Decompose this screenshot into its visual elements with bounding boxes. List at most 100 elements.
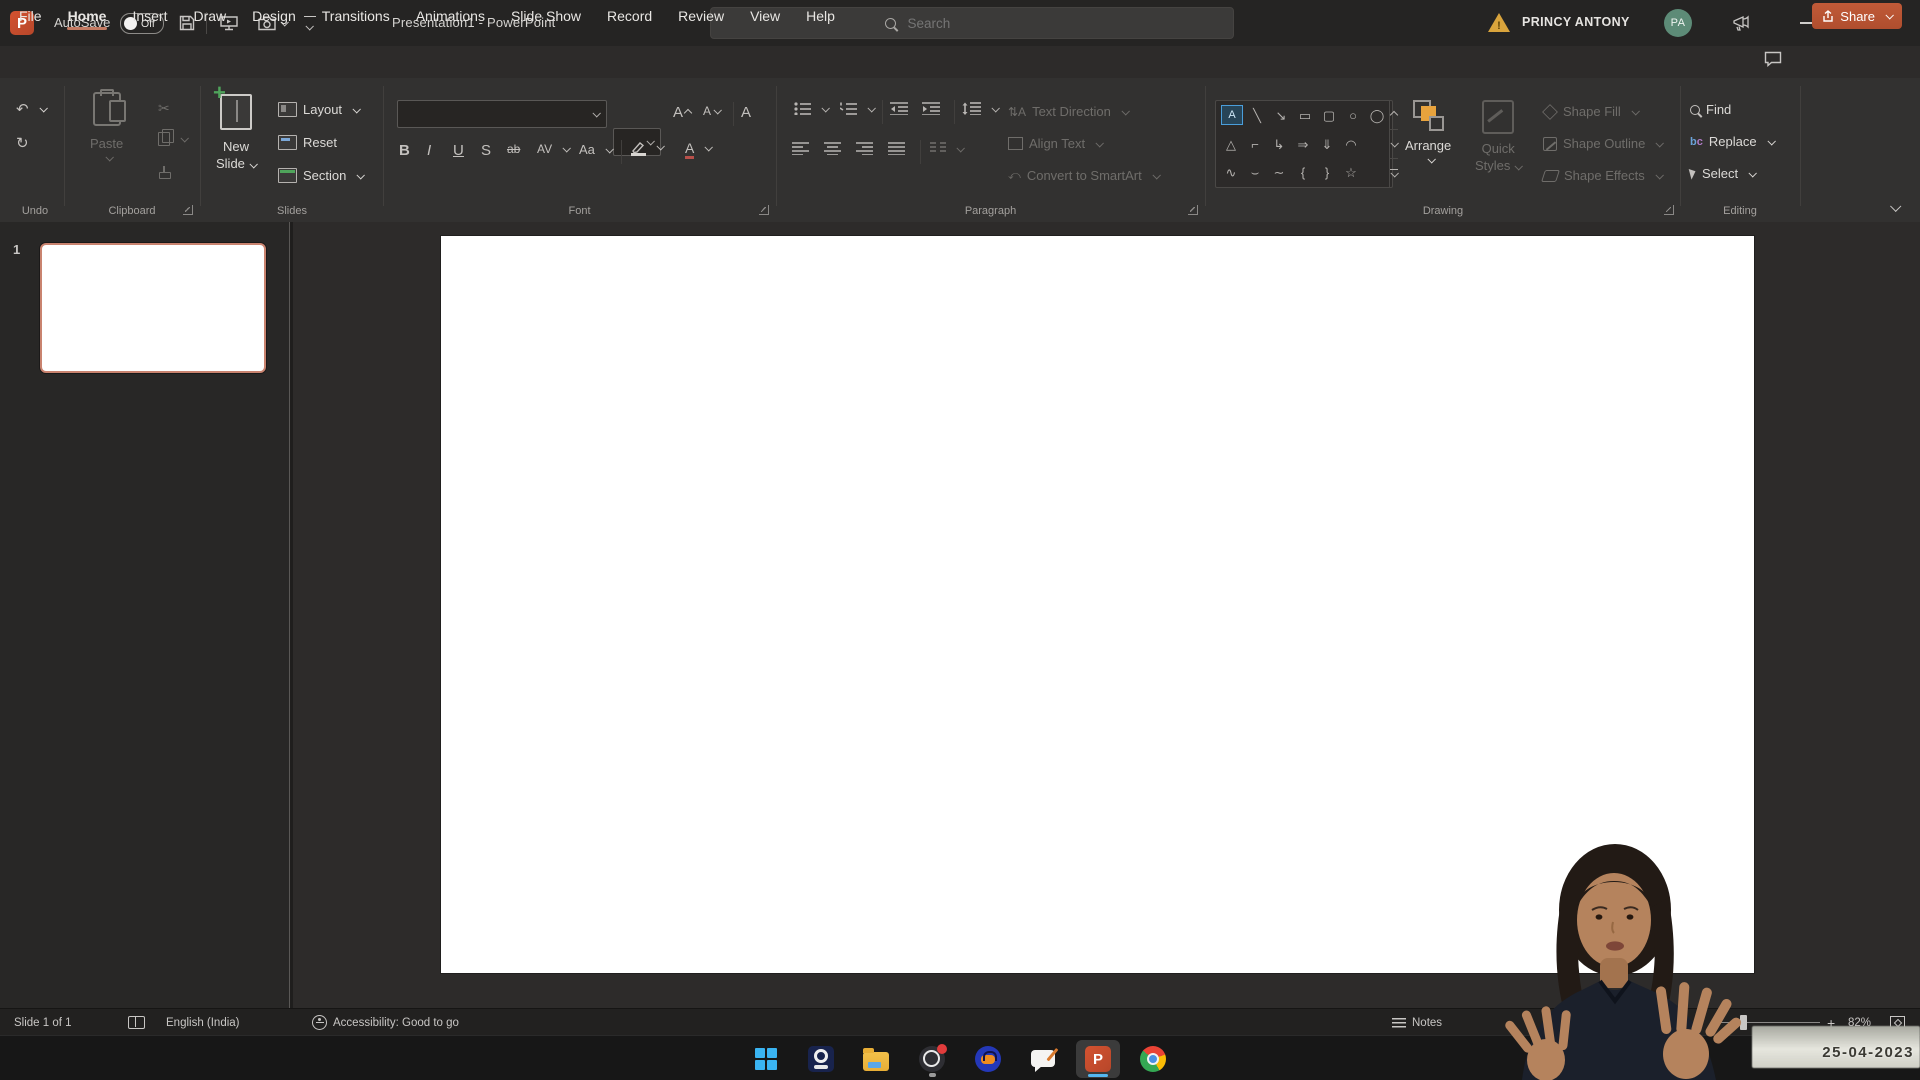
- change-case-button[interactable]: Aa: [579, 142, 612, 157]
- coming-soon-megaphone-icon[interactable]: [1728, 10, 1754, 36]
- shape-elbow-connector[interactable]: ⌐: [1243, 138, 1267, 151]
- accessibility-status[interactable]: Accessibility: Good to go: [312, 1009, 459, 1036]
- font-name-combo[interactable]: [397, 100, 607, 128]
- align-right-button[interactable]: [856, 142, 873, 155]
- find-button[interactable]: Find: [1690, 102, 1731, 117]
- tab-file[interactable]: File: [6, 0, 55, 32]
- align-center-button[interactable]: [824, 142, 841, 155]
- taskbar-camera-app[interactable]: [799, 1040, 843, 1078]
- shape-right-brace[interactable]: }: [1315, 166, 1339, 179]
- columns-button[interactable]: [930, 142, 963, 155]
- search-input[interactable]: [906, 15, 1000, 32]
- paragraph-dialog-launcher[interactable]: [1188, 205, 1198, 215]
- align-text-button[interactable]: Align Text: [1008, 136, 1102, 151]
- shape-arc[interactable]: ⌣: [1243, 166, 1267, 179]
- slide-indicator[interactable]: Slide 1 of 1: [14, 1009, 72, 1036]
- collapse-ribbon-button[interactable]: [1886, 198, 1899, 216]
- taskbar-file-explorer[interactable]: [854, 1040, 898, 1078]
- bullets-button[interactable]: [794, 102, 828, 115]
- paste-button[interactable]: Paste: [90, 92, 123, 161]
- shape-arrow-line[interactable]: ↘: [1269, 109, 1293, 122]
- shape-rectangle[interactable]: ▭: [1293, 109, 1317, 122]
- shapes-more-button[interactable]: [1390, 159, 1398, 187]
- shape-outline-button[interactable]: Shape Outline: [1543, 136, 1662, 151]
- section-button[interactable]: Section: [278, 168, 363, 183]
- copy-button[interactable]: [158, 132, 187, 146]
- text-direction-button[interactable]: ⇅A Text Direction: [1008, 104, 1128, 119]
- avatar[interactable]: PA: [1664, 9, 1692, 37]
- grow-font-button[interactable]: A: [673, 104, 691, 121]
- tab-record[interactable]: Record: [594, 0, 665, 32]
- tab-view[interactable]: View: [737, 0, 793, 32]
- shapes-scroll-down[interactable]: [1390, 130, 1398, 159]
- comments-button[interactable]: [1764, 51, 1782, 67]
- text-box-shape[interactable]: A: [1221, 105, 1243, 125]
- slide-thumbnail[interactable]: [40, 243, 266, 373]
- new-slide-button[interactable]: New Slide: [216, 94, 256, 172]
- shapes-scroll-up[interactable]: [1390, 101, 1398, 130]
- tab-design[interactable]: Design: [239, 0, 309, 32]
- language-indicator[interactable]: English (India): [166, 1009, 240, 1036]
- font-dialog-launcher[interactable]: [759, 205, 769, 215]
- increase-indent-button[interactable]: [922, 102, 940, 115]
- tab-draw[interactable]: Draw: [180, 0, 239, 32]
- shape-down-arrow[interactable]: ⇓: [1315, 138, 1339, 151]
- shape-scribble[interactable]: ∿: [1219, 166, 1243, 179]
- reset-button[interactable]: Reset: [278, 135, 337, 150]
- tab-insert[interactable]: Insert: [119, 0, 180, 32]
- shape-oval[interactable]: ○: [1341, 109, 1365, 122]
- numbering-button[interactable]: [840, 102, 874, 115]
- shape-curve[interactable]: ∼: [1267, 166, 1291, 179]
- quick-styles-button[interactable]: Quick Styles: [1475, 100, 1521, 174]
- spell-check-icon[interactable]: [128, 1009, 145, 1036]
- undo-button[interactable]: ↶: [16, 100, 46, 118]
- bold-button[interactable]: B: [399, 142, 410, 159]
- character-spacing-button[interactable]: AV: [537, 142, 569, 156]
- format-painter-button[interactable]: [158, 166, 170, 178]
- warning-icon[interactable]: !: [1488, 13, 1510, 32]
- italic-button[interactable]: I: [427, 142, 431, 159]
- underline-button[interactable]: U: [453, 142, 464, 159]
- shape-chord[interactable]: ◠: [1339, 138, 1363, 151]
- shapes-gallery[interactable]: A ╲ ↘ ▭ ▢ ○ ◯ △ ⌐ ↳ ⇒ ⇓ ◠: [1215, 100, 1393, 188]
- text-highlight-button[interactable]: [631, 140, 663, 153]
- user-name[interactable]: PRINCY ANTONY: [1522, 15, 1630, 29]
- shape-effects-button[interactable]: Shape Effects: [1543, 168, 1662, 183]
- tab-slide-show[interactable]: Slide Show: [498, 0, 594, 32]
- cut-button[interactable]: ✂: [158, 100, 170, 117]
- arrange-button[interactable]: Arrange: [1405, 100, 1451, 163]
- replace-button[interactable]: bc Replace: [1690, 134, 1774, 149]
- shape-line[interactable]: ╲: [1245, 109, 1269, 122]
- clipboard-dialog-launcher[interactable]: [183, 205, 193, 215]
- strikethrough-button[interactable]: ab: [507, 142, 520, 156]
- shape-left-brace[interactable]: {: [1291, 166, 1315, 179]
- shape-fill-button[interactable]: Shape Fill: [1543, 104, 1638, 119]
- taskbar-chat-annotation-app[interactable]: [1021, 1040, 1065, 1078]
- taskbar-obs-studio[interactable]: [910, 1040, 954, 1078]
- shape-triangle[interactable]: △: [1219, 138, 1243, 151]
- decrease-indent-button[interactable]: [890, 102, 908, 115]
- shrink-font-button[interactable]: A: [703, 104, 720, 118]
- shape-rounded-rectangle[interactable]: ▢: [1317, 109, 1341, 122]
- taskbar-start-button[interactable]: [744, 1040, 788, 1078]
- layout-button[interactable]: Layout: [278, 102, 359, 117]
- tab-review[interactable]: Review: [665, 0, 737, 32]
- redo-button[interactable]: ↻: [16, 134, 29, 152]
- select-button[interactable]: Select: [1690, 166, 1755, 181]
- taskbar-voice-audio-app[interactable]: [966, 1040, 1010, 1078]
- shape-star[interactable]: ☆: [1339, 166, 1363, 179]
- drawing-dialog-launcher[interactable]: [1664, 205, 1674, 215]
- shape-right-arrow[interactable]: ⇒: [1291, 138, 1315, 151]
- text-shadow-button[interactable]: S: [481, 142, 491, 159]
- tab-home[interactable]: Home: [55, 0, 120, 32]
- align-left-button[interactable]: [792, 142, 809, 155]
- tab-transitions[interactable]: Transitions: [309, 0, 403, 32]
- font-color-button[interactable]: A: [685, 140, 711, 156]
- taskbar-powerpoint[interactable]: P: [1076, 1040, 1120, 1078]
- line-spacing-button[interactable]: [962, 102, 998, 115]
- justify-button[interactable]: [888, 142, 905, 155]
- clear-formatting-button[interactable]: A: [741, 104, 751, 121]
- share-button[interactable]: Share: [1812, 3, 1902, 29]
- shape-elbow-arrow[interactable]: ↳: [1267, 138, 1291, 151]
- tab-animations[interactable]: Animations: [403, 0, 498, 32]
